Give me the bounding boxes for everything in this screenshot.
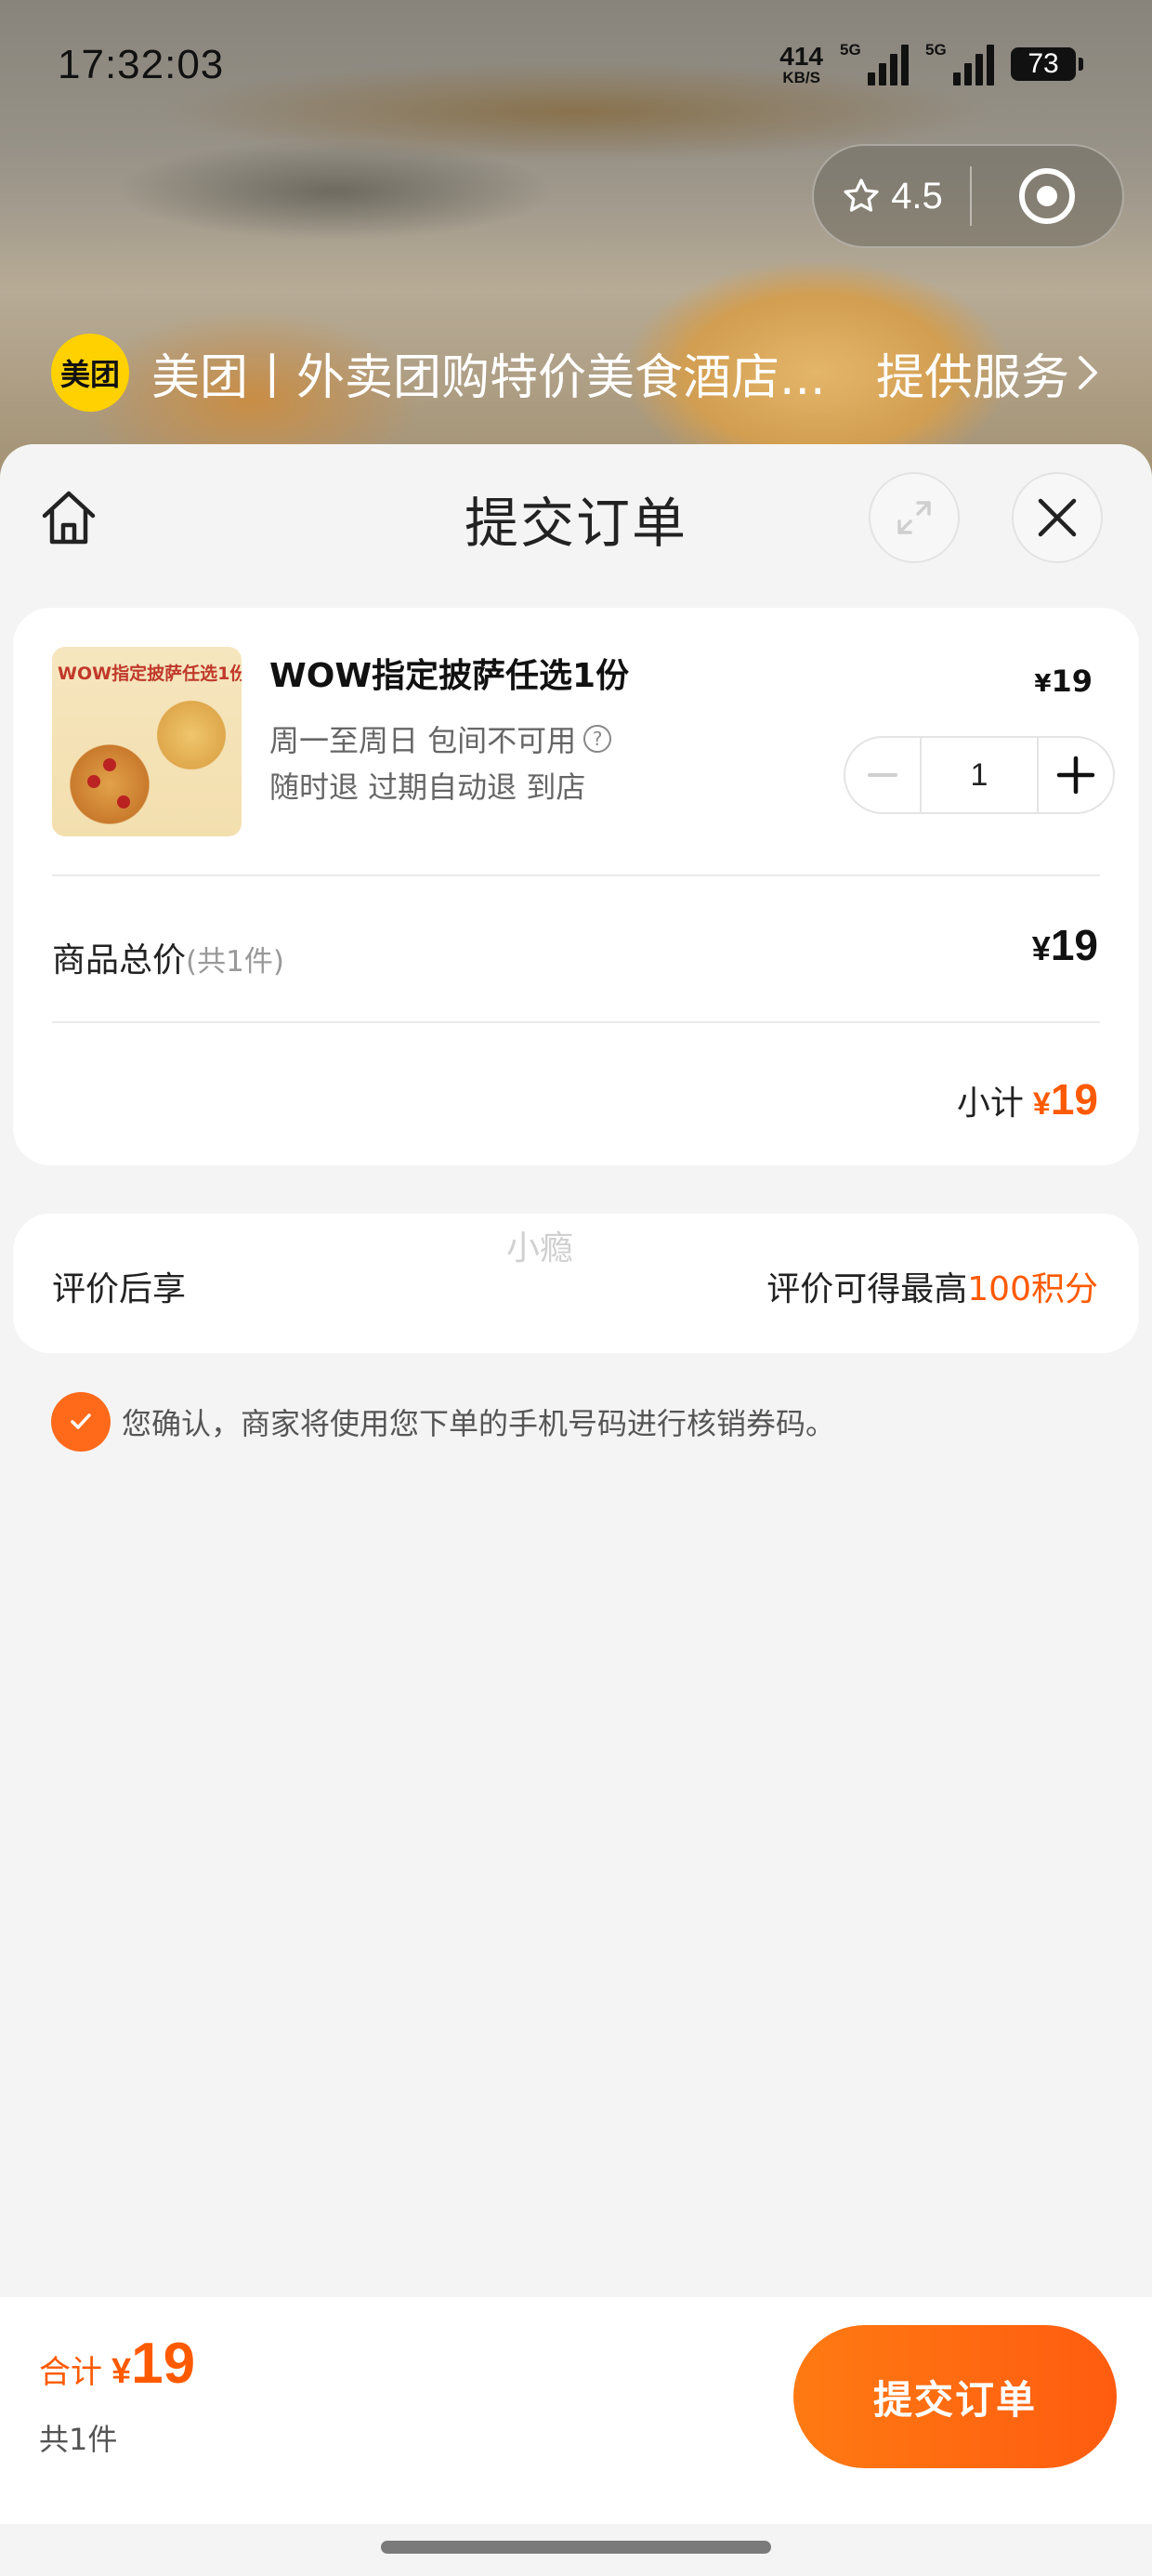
home-indicator[interactable] xyxy=(381,2541,771,2554)
subtotal-value: 19 xyxy=(1050,1075,1098,1124)
miniprogram-capsule: 4.5 xyxy=(812,144,1124,248)
quantity-value[interactable]: 1 xyxy=(920,738,1039,812)
plus-icon xyxy=(1056,756,1095,795)
increase-button[interactable] xyxy=(1039,738,1113,812)
consent-row: 您确认，商家将使用您下单的手机号码进行核销券码。 xyxy=(51,1392,835,1452)
meituan-logo: 美团 xyxy=(51,334,129,412)
provider-link[interactable]: 美团 美团丨外卖团购特价美食酒店... 提供服务 xyxy=(51,333,1101,413)
product-refund-policy: 随时退 过期自动退 到店 xyxy=(269,769,586,805)
subtotal-label: 小计 xyxy=(956,1084,1024,1123)
provider-name: 美团丨外卖团购特价美食酒店... xyxy=(151,349,826,406)
star-icon xyxy=(844,178,879,212)
review-reward-card[interactable]: 评价后享 评价可得最高100积分 xyxy=(13,1214,1139,1353)
goods-total-text: 商品总价 xyxy=(52,941,187,979)
quantity-stepper: 1 xyxy=(844,736,1115,814)
page-title: 提交订单 xyxy=(464,492,687,555)
product-validity-text: 周一至周日 包间不可用 xyxy=(269,723,577,758)
product-validity: 周一至周日 包间不可用 ? xyxy=(269,717,612,760)
signal-tag: 5G xyxy=(925,41,947,59)
order-total-label: 合计 xyxy=(39,2354,102,2391)
rating-button[interactable]: 4.5 xyxy=(814,146,970,246)
target-icon xyxy=(1019,168,1075,224)
review-reward: 评价可得最高100积分 xyxy=(766,1262,1098,1310)
network-speed-value: 414 xyxy=(779,41,823,71)
order-sheet: 提交订单 WOW指定披萨任选1份 WOW指定披萨任选1份 ¥19 周一至周日 包… xyxy=(0,444,1152,2576)
review-label: 评价后享 xyxy=(52,1270,187,1308)
subtotal-price: ¥19 xyxy=(1033,1074,1098,1124)
pepperoni-dot xyxy=(117,795,130,808)
pepperoni-dot xyxy=(103,758,116,771)
product-image-caption: WOW指定披萨任选1份 xyxy=(58,664,242,684)
goods-count: (共1件) xyxy=(186,945,284,979)
exit-miniprogram-button[interactable] xyxy=(972,146,1122,246)
product-price-value: 19 xyxy=(1051,664,1093,699)
close-button[interactable] xyxy=(1012,472,1103,563)
consent-checkbox[interactable] xyxy=(51,1392,111,1452)
currency-symbol: ¥ xyxy=(1034,670,1052,698)
rating-value: 4.5 xyxy=(891,175,943,217)
product-price: ¥19 xyxy=(1034,664,1093,699)
signal-icon: 5G xyxy=(840,41,909,85)
status-bar: 17:32:03 414 KB/S 5G 5G 73 xyxy=(0,0,1152,139)
checkmark-icon xyxy=(71,1413,91,1429)
status-time: 17:32:03 xyxy=(58,42,225,87)
signal-icon: 5G xyxy=(925,41,994,85)
goods-total-price: ¥19 xyxy=(1032,920,1098,970)
battery-icon: 73 xyxy=(1011,47,1083,81)
pepperoni-dot xyxy=(87,775,100,788)
order-total-price: ¥19 xyxy=(111,2331,195,2397)
order-total: 合计 ¥19 xyxy=(39,2331,195,2397)
provider-service-label: 提供服务 xyxy=(875,349,1069,406)
order-item-count: 共1件 xyxy=(39,2422,118,2457)
product-image[interactable]: WOW指定披萨任选1份 xyxy=(52,647,242,836)
decrease-button[interactable] xyxy=(845,738,920,812)
watermark: 小瘾 xyxy=(506,1229,574,1268)
subtotal: 小计 ¥19 xyxy=(957,1074,1098,1124)
divider xyxy=(52,874,1100,876)
expand-icon xyxy=(897,501,931,534)
product-name: WOW指定披萨任选1份 xyxy=(269,657,630,695)
goods-total-label: 商品总价(共1件) xyxy=(52,933,284,981)
chevron-right-icon xyxy=(1079,356,1097,389)
currency-symbol: ¥ xyxy=(111,2352,132,2391)
currency-symbol: ¥ xyxy=(1031,929,1051,967)
network-speed: 414 KB/S xyxy=(779,41,823,86)
review-reward-points: 100积分 xyxy=(967,1270,1098,1308)
minus-icon xyxy=(868,773,897,777)
network-speed-unit: KB/S xyxy=(782,68,820,86)
consent-text: 您确认，商家将使用您下单的手机号码进行核销券码。 xyxy=(122,1406,836,1441)
checkout-bar: 合计 ¥19 共1件 提交订单 xyxy=(0,2297,1152,2524)
expand-button[interactable] xyxy=(869,472,960,563)
help-icon[interactable]: ? xyxy=(583,725,612,753)
sheet-header: 提交订单 xyxy=(0,444,1152,589)
review-reward-prefix: 评价可得最高 xyxy=(766,1270,968,1308)
currency-symbol: ¥ xyxy=(1032,1086,1051,1122)
order-item-card: WOW指定披萨任选1份 WOW指定披萨任选1份 ¥19 周一至周日 包间不可用 … xyxy=(13,608,1139,1165)
submit-order-button[interactable]: 提交订单 xyxy=(793,2325,1117,2468)
status-indicators: 414 KB/S 5G 5G 73 xyxy=(779,41,1083,86)
close-icon xyxy=(1038,498,1077,537)
order-total-value: 19 xyxy=(131,2332,196,2396)
goods-total-value: 19 xyxy=(1050,921,1098,969)
signal-tag: 5G xyxy=(840,41,861,59)
divider xyxy=(52,1021,1100,1023)
